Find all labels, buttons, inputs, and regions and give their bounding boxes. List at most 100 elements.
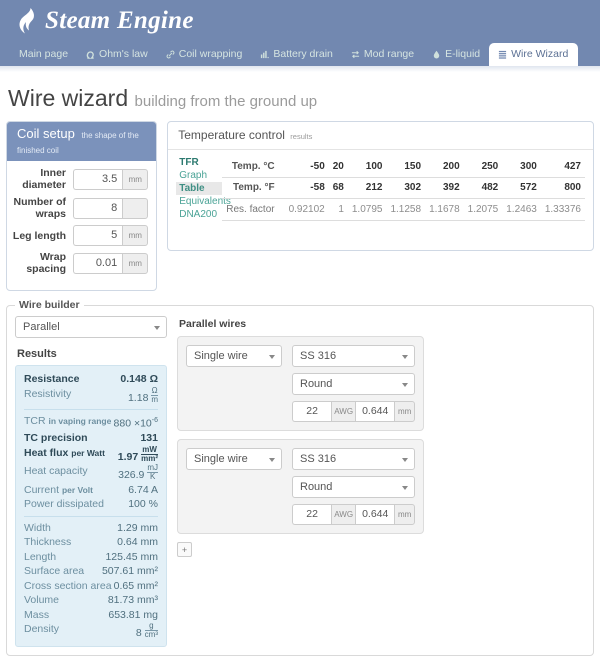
wire-type-value: Single wire: [194, 453, 248, 466]
chevron-down-icon: [154, 326, 160, 331]
wire-gauge-unit: AWG: [331, 504, 356, 526]
wire-gauge-input[interactable]: 22: [292, 401, 332, 423]
wire-type-select[interactable]: Single wire: [186, 345, 282, 368]
wire-shape-value: Round: [300, 378, 333, 391]
tc-tab-equivalents[interactable]: Equivalents: [176, 195, 231, 208]
tc-tab-tfr[interactable]: TFR: [176, 156, 222, 169]
cell: 800: [540, 177, 585, 200]
wire-shape-select[interactable]: Round: [292, 476, 415, 499]
tc-tab-graph[interactable]: Graph: [176, 169, 222, 182]
coil-setup-body: Inner diameter 3.5 mm Number of wraps 8 …: [7, 161, 156, 290]
result-key-note: per Volt: [61, 484, 93, 495]
field-label: Inner diameter: [22, 167, 66, 192]
brand-title: Steam Engine: [45, 7, 194, 34]
list-icon: [498, 50, 507, 59]
cell: 1: [328, 198, 348, 221]
nav-item-coil-wrapping[interactable]: Coil wrapping: [157, 44, 252, 66]
temperature-control-subtitle: results: [290, 132, 313, 141]
wire-material-select[interactable]: SS 316: [292, 345, 415, 368]
result-key: Mass: [24, 608, 50, 621]
tc-tab-table[interactable]: Table: [176, 182, 223, 195]
leg-length-input[interactable]: 5: [73, 225, 123, 247]
temperature-control-title: Temperature control: [178, 128, 285, 142]
field-inner-diameter: Inner diameter 3.5 mm: [11, 167, 149, 192]
inner-diameter-input[interactable]: 3.5: [73, 168, 123, 190]
chevron-down-icon: [269, 458, 275, 463]
result-value: 507.61 mm²: [101, 565, 158, 578]
nav-item-main-page[interactable]: Main page: [10, 44, 77, 66]
wire-shape-select[interactable]: Round: [292, 373, 415, 396]
result-key: Heat flux per Watt: [24, 446, 105, 459]
add-wire-button[interactable]: +: [177, 542, 192, 558]
field-number-of-wraps: Number of wraps 8: [11, 196, 149, 220]
main-navigation: Main page Ohm's law Coil wrapping Batter…: [0, 42, 600, 66]
bar-chart-icon: [260, 50, 270, 59]
wire-diameter-input[interactable]: 0.644: [355, 504, 395, 526]
result-volume: Volume 81.73 mm³: [24, 593, 158, 608]
cell: 1.0795: [347, 198, 387, 221]
row-label: Temp. °F: [222, 177, 285, 200]
wire-gauge-unit: AWG: [331, 401, 356, 423]
droplet-icon: [432, 50, 441, 59]
wire-type-value: Single wire: [194, 350, 248, 363]
wire-shape-value: Round: [300, 481, 333, 494]
wire-card: Single wire SS 316 Round 22 AWG 0.644 mm: [177, 336, 424, 432]
page-title: Wire wizard building from the ground up: [0, 72, 600, 121]
wire-diameter-input[interactable]: 0.644: [355, 401, 395, 423]
wire-builder-mode-select[interactable]: Parallel: [15, 316, 167, 339]
coil-setup-panel: Coil setup the shape of the finished coi…: [6, 121, 158, 292]
wire-builder-fieldset: Wire builder Parallel Results Resistance…: [6, 299, 594, 656]
result-value: 1.29 mm: [117, 521, 158, 534]
wire-type-select[interactable]: Single wire: [186, 448, 282, 471]
table-row-res-factor: Res. factor 0.92102 1 1.0795 1.1258 1.16…: [222, 198, 585, 221]
result-value: 880 ×10-6: [114, 414, 158, 431]
nav-item-wire-wizard[interactable]: Wire Wizard: [489, 43, 579, 66]
table-row-celsius: Temp. °C -50 20 100 150 200 250 300 427: [222, 156, 585, 178]
cell: 212: [347, 177, 387, 200]
tc-tab-dna200[interactable]: DNA200: [176, 208, 222, 221]
result-number: 8: [135, 627, 142, 640]
result-value: 1.18 Ωm: [128, 386, 158, 406]
chevron-down-icon: [402, 458, 408, 463]
wire-material-select[interactable]: SS 316: [292, 448, 415, 471]
result-value: 0.64 mm: [117, 536, 158, 549]
wrap-spacing-unit: mm: [122, 252, 149, 274]
wire-material-value: SS 316: [300, 350, 337, 363]
nav-label: Main page: [19, 48, 69, 60]
result-key: Resistivity: [24, 387, 72, 400]
result-number: 880 ×10: [113, 417, 152, 430]
wire-gauge-group: 22 AWG 0.644 mm: [292, 401, 415, 423]
wrap-spacing-input[interactable]: 0.01: [73, 252, 123, 274]
result-key: Heat capacity: [24, 465, 88, 478]
result-resistivity: Resistivity 1.18 Ωm: [24, 386, 158, 406]
result-value: 131: [140, 432, 158, 445]
number-of-wraps-input[interactable]: 8: [73, 197, 123, 219]
cell: 200: [425, 156, 464, 178]
result-key-note: in vaping range: [48, 416, 112, 427]
cell: 482: [463, 177, 503, 200]
nav-item-ohms-law[interactable]: Ohm's law: [77, 44, 157, 66]
cell: 300: [502, 156, 541, 178]
divider: [24, 409, 158, 411]
field-leg-length: Leg length 5 mm: [11, 225, 149, 247]
result-surface-area: Surface area 507.61 mm²: [24, 564, 158, 579]
cell: 250: [463, 156, 503, 178]
cell: 20: [328, 156, 348, 178]
nav-item-mod-range[interactable]: Mod range: [342, 44, 423, 66]
wire-gauge-input[interactable]: 22: [292, 504, 332, 526]
result-value: 81.73 mm³: [107, 594, 158, 607]
result-resistance: Resistance 0.148 Ω: [24, 372, 158, 387]
omega-icon: [86, 50, 95, 59]
cell: 100: [347, 156, 387, 178]
result-heat-flux: Heat flux per Watt 1.97 mW mm²: [24, 445, 158, 465]
result-density: Density 8 g cm³: [24, 622, 158, 641]
field-label: Wrap spacing: [26, 251, 66, 276]
nav-item-e-liquid[interactable]: E-liquid: [423, 44, 489, 66]
nav-item-battery-drain[interactable]: Battery drain: [251, 44, 342, 66]
divider: [24, 515, 158, 517]
wire-gauge-group: 22 AWG 0.644 mm: [292, 504, 415, 526]
result-unit: g cm³: [144, 621, 158, 640]
result-key: Surface area: [24, 565, 85, 578]
cell: -50: [284, 156, 329, 178]
result-unit: mJ K: [147, 463, 158, 482]
